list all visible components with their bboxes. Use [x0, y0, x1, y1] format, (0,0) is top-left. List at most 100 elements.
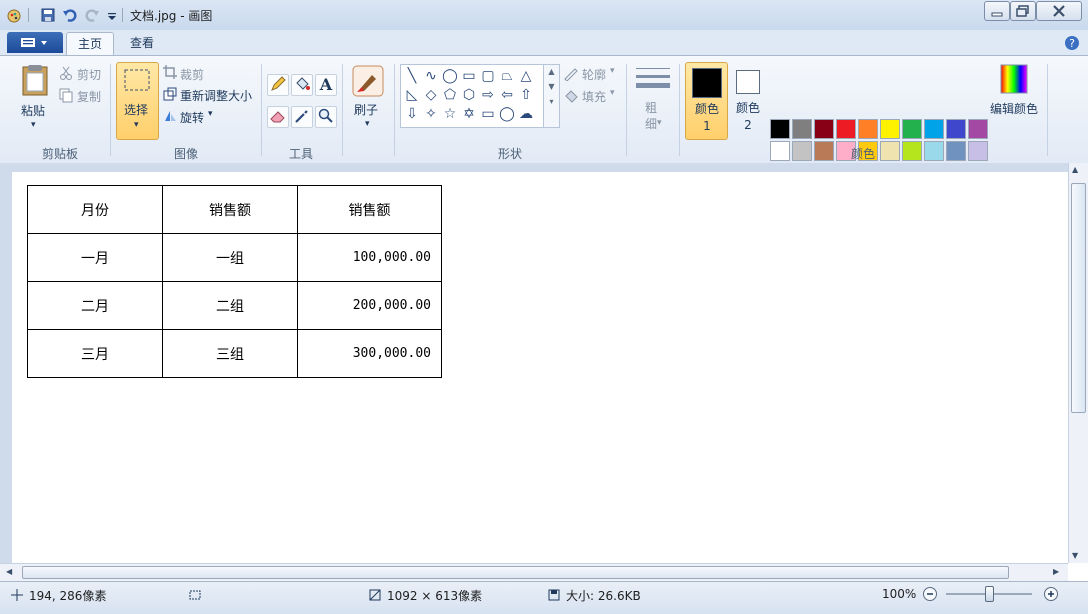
edit-colors-button[interactable]: 编辑颜色: [990, 64, 1040, 124]
maximize-button[interactable]: [1010, 1, 1036, 21]
fill-dropdown-icon[interactable]: ▾: [610, 88, 615, 98]
scroll-left-icon[interactable]: ◀: [6, 567, 12, 576]
pentagon-shape-icon[interactable]: ⬠: [441, 86, 459, 104]
menu-icon: [21, 38, 47, 47]
crop-button[interactable]: 裁剪: [180, 66, 204, 83]
up-arrow-shape-icon[interactable]: ⇧: [517, 86, 535, 104]
fill-button[interactable]: 填充: [582, 88, 606, 105]
cloud-callout-shape-icon[interactable]: ☁: [517, 105, 535, 123]
palette-color-swatch[interactable]: [814, 119, 834, 139]
palette-color-swatch[interactable]: [792, 141, 812, 161]
minimize-button[interactable]: [984, 1, 1010, 21]
scroll-right-icon[interactable]: ▶: [1053, 567, 1059, 576]
zoom-level: 100%: [882, 587, 917, 601]
palette-color-swatch[interactable]: [924, 141, 944, 161]
qat-separator: [122, 8, 123, 22]
curve-shape-icon[interactable]: ∿: [422, 67, 440, 85]
paste-icon[interactable]: [20, 63, 50, 97]
size-dropdown-icon: ▾: [657, 118, 662, 128]
vertical-scrollbar[interactable]: ▲ ▼: [1068, 163, 1088, 563]
select-button[interactable]: 选择 ▾: [116, 62, 159, 140]
palette-color-swatch[interactable]: [858, 119, 878, 139]
rotate-dropdown-icon[interactable]: ▾: [208, 109, 213, 119]
right-triangle-shape-icon[interactable]: ◺: [403, 86, 421, 104]
left-arrow-shape-icon[interactable]: ⇦: [498, 86, 516, 104]
shapes-gallery-scroll[interactable]: ▲ ▼ ▾: [543, 65, 559, 127]
color1-button[interactable]: 颜色 1: [685, 62, 728, 140]
scroll-down-icon[interactable]: ▼: [1072, 551, 1078, 560]
rect-callout-shape-icon[interactable]: ▭: [479, 105, 497, 123]
size-button[interactable]: 粗细 ▾: [632, 64, 672, 140]
paste-dropdown-icon[interactable]: ▾: [31, 120, 36, 130]
copy-button[interactable]: 复制: [77, 88, 101, 105]
palette-color-swatch[interactable]: [924, 119, 944, 139]
fill-bucket-icon: [296, 77, 310, 90]
crop-icon: [163, 65, 177, 79]
zoom-in-icon[interactable]: [1043, 586, 1059, 602]
select-dropdown-icon: ▾: [134, 120, 139, 130]
eyedropper-icon: [295, 110, 308, 123]
undo-icon[interactable]: [62, 7, 78, 23]
close-button[interactable]: [1036, 1, 1082, 21]
magnifier-tool[interactable]: [315, 106, 337, 128]
outline-button[interactable]: 轮廓: [582, 66, 606, 83]
polygon-shape-icon[interactable]: ⏢: [498, 67, 516, 85]
palette-color-swatch[interactable]: [968, 141, 988, 161]
palette-color-swatch[interactable]: [770, 119, 790, 139]
diamond-shape-icon[interactable]: ◇: [422, 86, 440, 104]
resize-button[interactable]: 重新调整大小: [180, 87, 252, 104]
palette-color-swatch[interactable]: [946, 141, 966, 161]
fill-icon: [565, 90, 578, 103]
palette-color-swatch[interactable]: [946, 119, 966, 139]
down-arrow-shape-icon[interactable]: ⇩: [403, 105, 421, 123]
horizontal-scrollbar[interactable]: ◀ ▶: [0, 563, 1068, 581]
right-arrow-shape-icon[interactable]: ⇨: [479, 86, 497, 104]
paste-button[interactable]: 粘贴: [21, 102, 45, 119]
palette-color-swatch[interactable]: [880, 119, 900, 139]
paint-menu-button[interactable]: [7, 32, 63, 53]
five-point-star-shape-icon[interactable]: ☆: [441, 105, 459, 123]
color-picker-tool[interactable]: [291, 106, 313, 128]
oval-callout-shape-icon[interactable]: ◯: [498, 105, 516, 123]
four-point-star-shape-icon[interactable]: ✧: [422, 105, 440, 123]
cut-button[interactable]: 剪切: [77, 66, 101, 83]
fill-tool[interactable]: [291, 74, 313, 96]
line-shape-icon[interactable]: ╲: [403, 67, 421, 85]
color1-swatch: [692, 68, 722, 98]
hexagon-shape-icon[interactable]: ⬡: [460, 86, 478, 104]
palette-color-swatch[interactable]: [836, 119, 856, 139]
pencil-tool[interactable]: [267, 74, 289, 96]
six-point-star-shape-icon[interactable]: ✡: [460, 105, 478, 123]
tab-home[interactable]: 主页: [66, 32, 114, 55]
vertical-scroll-thumb[interactable]: [1071, 183, 1086, 413]
palette-color-swatch[interactable]: [902, 119, 922, 139]
palette-color-swatch[interactable]: [968, 119, 988, 139]
zoom-out-icon[interactable]: [922, 586, 938, 602]
table-cell: 一组: [162, 233, 298, 282]
palette-color-swatch[interactable]: [902, 141, 922, 161]
color2-button[interactable]: 颜色 2: [730, 62, 766, 138]
help-icon[interactable]: ?: [1064, 35, 1080, 51]
save-icon[interactable]: [40, 7, 56, 23]
outline-dropdown-icon[interactable]: ▾: [610, 66, 615, 76]
redo-icon[interactable]: [84, 7, 100, 23]
table-cell: 三组: [162, 329, 298, 378]
paint-app-icon[interactable]: [6, 7, 22, 23]
rotate-button[interactable]: 旋转: [180, 109, 204, 126]
rectangle-shape-icon[interactable]: ▭: [460, 67, 478, 85]
eraser-tool[interactable]: [267, 106, 289, 128]
ribbon-tabs: 主页 查看 ?: [0, 30, 1088, 56]
brushes-button[interactable]: 刷子 ▾: [349, 63, 387, 133]
zoom-slider-thumb[interactable]: [985, 586, 994, 602]
palette-color-swatch[interactable]: [792, 119, 812, 139]
palette-color-swatch[interactable]: [770, 141, 790, 161]
oval-shape-icon[interactable]: ◯: [441, 67, 459, 85]
tab-view[interactable]: 查看: [120, 32, 164, 54]
svg-text:A: A: [319, 75, 333, 93]
text-tool[interactable]: A: [315, 74, 337, 96]
scroll-up-icon[interactable]: ▲: [1072, 165, 1078, 174]
rounded-rectangle-shape-icon[interactable]: ▢: [479, 67, 497, 85]
customize-qat-icon[interactable]: [104, 7, 120, 23]
triangle-shape-icon[interactable]: △: [517, 67, 535, 85]
horizontal-scroll-thumb[interactable]: [22, 566, 1009, 579]
